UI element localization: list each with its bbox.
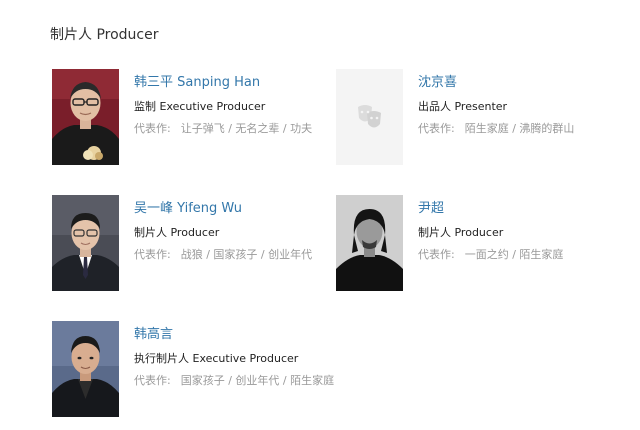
person-name-link[interactable]: 韩三平 Sanping Han xyxy=(134,75,364,91)
person-works: 代表作: 陌生家庭 / 沸腾的群山 xyxy=(418,122,640,136)
person-role: 执行制片人 Executive Producer xyxy=(134,352,299,365)
person-works: 代表作: 战狼 / 国家孩子 / 创业年代 xyxy=(134,248,364,262)
photo-placeholder[interactable] xyxy=(336,69,403,165)
person-name-link[interactable]: 吴一峰 Yifeng Wu xyxy=(134,201,364,217)
person-photo[interactable] xyxy=(52,69,119,165)
works-list: 战狼 / 国家孩子 / 创业年代 xyxy=(180,248,313,261)
works-label: 代表作: xyxy=(418,122,455,135)
person-role: 制片人 Producer xyxy=(418,226,504,239)
theater-masks-icon xyxy=(336,69,403,165)
person-card: 沈京喜 出品人 Presenter 代表作: 陌生家庭 / 沸腾的群山 xyxy=(336,69,616,169)
person-card: 尹超 制片人 Producer 代表作: 一面之约 / 陌生家庭 xyxy=(336,195,616,295)
works-label: 代表作: xyxy=(134,374,171,387)
person-photo[interactable] xyxy=(52,195,119,291)
person-role: 出品人 Presenter xyxy=(418,100,508,113)
person-photo[interactable] xyxy=(52,321,119,417)
person-name-link[interactable]: 韩高言 xyxy=(134,327,364,343)
person-name-link[interactable]: 尹超 xyxy=(418,201,640,217)
works-list: 陌生家庭 / 沸腾的群山 xyxy=(464,122,575,135)
works-list: 让子弹飞 / 无名之辈 / 功夫 xyxy=(180,122,313,135)
works-label: 代表作: xyxy=(134,248,171,261)
person-role: 监制 Executive Producer xyxy=(134,100,266,113)
person-works: 代表作: 让子弹飞 / 无名之辈 / 功夫 xyxy=(134,122,364,136)
person-works: 代表作: 一面之约 / 陌生家庭 xyxy=(418,248,640,262)
works-label: 代表作: xyxy=(134,122,171,135)
person-photo[interactable] xyxy=(336,195,403,291)
person-card: 韩三平 Sanping Han 监制 Executive Producer 代表… xyxy=(52,69,332,169)
works-list: 一面之约 / 陌生家庭 xyxy=(464,248,564,261)
works-label: 代表作: xyxy=(418,248,455,261)
person-card: 韩高言 执行制片人 Executive Producer 代表作: 国家孩子 / … xyxy=(52,321,334,421)
person-name-link[interactable]: 沈京喜 xyxy=(418,75,640,91)
person-works: 代表作: 国家孩子 / 创业年代 / 陌生家庭 xyxy=(134,374,364,388)
person-role: 制片人 Producer xyxy=(134,226,220,239)
section-title: 制片人 Producer xyxy=(50,27,159,43)
works-list: 国家孩子 / 创业年代 / 陌生家庭 xyxy=(180,374,335,387)
person-card: 吴一峰 Yifeng Wu 制片人 Producer 代表作: 战狼 / 国家孩子… xyxy=(52,195,332,295)
